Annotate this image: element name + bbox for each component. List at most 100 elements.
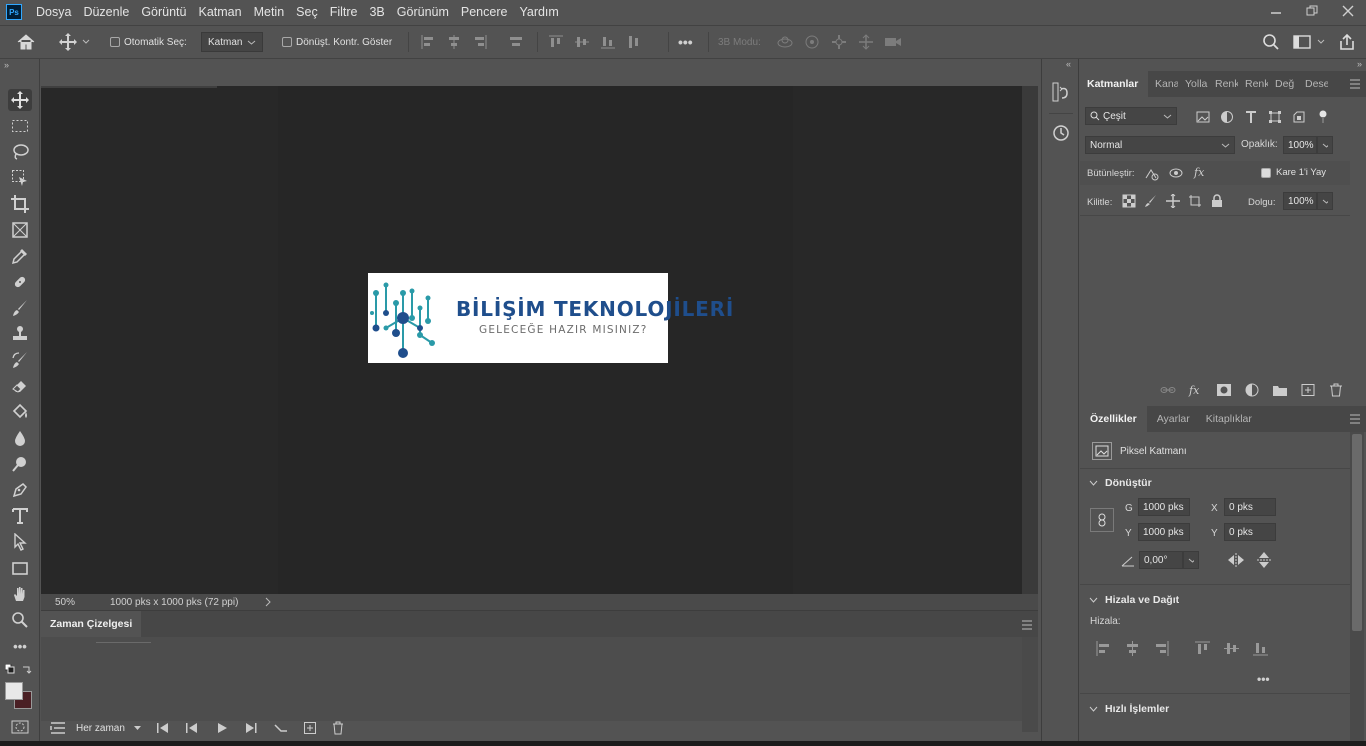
filter-shape-icon[interactable]: [1268, 110, 1282, 124]
align-center-icon[interactable]: [446, 34, 462, 50]
swap-colors-icon[interactable]: [22, 664, 32, 674]
filter-adjustment-icon[interactable]: [1220, 110, 1234, 124]
checkbox-box[interactable]: [282, 37, 292, 47]
restore-button[interactable]: [1294, 0, 1330, 22]
unify-style-icon[interactable]: fx: [1193, 165, 1211, 181]
minimize-button[interactable]: [1258, 0, 1294, 22]
menu-3d[interactable]: 3B: [369, 5, 384, 19]
align-top-icon[interactable]: [548, 34, 564, 50]
search-button[interactable]: [1262, 26, 1280, 58]
home-button[interactable]: [16, 26, 36, 58]
frame-tool[interactable]: [8, 219, 32, 241]
transform-section-toggle[interactable]: Dönüştür: [1089, 477, 1152, 489]
fill-slider-button[interactable]: [1317, 192, 1333, 210]
first-frame-icon[interactable]: [156, 722, 170, 734]
properties-scrollbar[interactable]: [1350, 432, 1364, 746]
menu-layer[interactable]: Katman: [198, 5, 241, 19]
propagate-frame-checkbox[interactable]: Kare 1'i Yay: [1261, 167, 1326, 178]
tab-adjustments[interactable]: Ayarlar: [1147, 406, 1200, 432]
tab-swatches[interactable]: Renk: [1238, 71, 1268, 97]
move-tool-preset[interactable]: [58, 26, 91, 58]
checkbox-box[interactable]: [1261, 167, 1271, 178]
new-group-icon[interactable]: [1272, 383, 1288, 397]
previous-frame-icon[interactable]: [185, 722, 199, 734]
chevron-right-icon[interactable]: [264, 597, 272, 607]
timeline-mode-icon[interactable]: [50, 721, 66, 735]
eyedropper-tool[interactable]: [8, 245, 32, 267]
quick-actions-section-toggle[interactable]: Hızlı İşlemler: [1089, 703, 1169, 715]
move-tool[interactable]: [8, 89, 32, 111]
3d-roll-icon[interactable]: [803, 34, 821, 50]
history-brush-tool[interactable]: [8, 349, 32, 371]
tab-channels[interactable]: Kana: [1148, 71, 1178, 97]
brush-tool[interactable]: [8, 297, 32, 319]
blend-mode-dropdown[interactable]: Normal: [1085, 136, 1235, 154]
menu-help[interactable]: Yardım: [519, 5, 558, 19]
quick-mask-button[interactable]: [11, 720, 29, 734]
show-transform-checkbox[interactable]: Dönüşt. Kontr. Göster: [282, 26, 392, 58]
3d-slide-icon[interactable]: [857, 34, 875, 50]
scrollbar-thumb[interactable]: [1352, 434, 1362, 631]
photoshop-logo-icon[interactable]: Ps: [6, 4, 22, 20]
collapse-toolbar-icon[interactable]: »: [4, 60, 9, 70]
opacity-slider-button[interactable]: [1317, 136, 1333, 154]
align-vertical-centers-icon[interactable]: [1224, 641, 1239, 656]
lock-position-icon[interactable]: [1166, 194, 1180, 208]
vertical-scrollbar[interactable]: [1022, 86, 1038, 594]
adjustment-layer-icon[interactable]: [1244, 383, 1260, 397]
object-selection-tool[interactable]: [8, 167, 32, 189]
layer-filter-dropdown[interactable]: Çeşit: [1085, 107, 1177, 125]
3d-orbit-icon[interactable]: [776, 34, 794, 50]
align-horizontal-centers-icon[interactable]: [1125, 641, 1140, 656]
menu-select[interactable]: Seç: [296, 5, 318, 19]
zoom-tool[interactable]: [8, 609, 32, 631]
3d-pan-icon[interactable]: [830, 34, 848, 50]
tab-libraries[interactable]: Kitaplıklar: [1200, 406, 1258, 432]
zoom-level[interactable]: 50%: [55, 597, 91, 608]
align-bottom-edges-icon[interactable]: [1253, 641, 1268, 656]
workspace-button[interactable]: [1293, 26, 1326, 58]
width-input[interactable]: 1000 pks: [1138, 498, 1190, 516]
angle-input[interactable]: 0,00°: [1139, 551, 1183, 569]
align-section-toggle[interactable]: Hizala ve Dağıt: [1089, 594, 1179, 606]
menu-filter[interactable]: Filtre: [330, 5, 358, 19]
timeline-scrollbar[interactable]: [1022, 637, 1038, 732]
filter-smart-object-icon[interactable]: [1292, 110, 1306, 124]
align-middle-icon[interactable]: [574, 34, 590, 50]
more-align-options-button[interactable]: •••: [1257, 672, 1270, 686]
share-button[interactable]: [1338, 26, 1356, 58]
healing-brush-tool[interactable]: [8, 271, 32, 293]
add-mask-icon[interactable]: [1216, 383, 1232, 397]
checkbox-box[interactable]: [110, 37, 120, 47]
chevron-down-icon[interactable]: [133, 724, 142, 732]
tab-paths[interactable]: Yolla: [1178, 71, 1208, 97]
distribute-horizontal-icon[interactable]: [626, 34, 642, 50]
filter-type-icon[interactable]: [1244, 110, 1258, 124]
angle-dropdown-button[interactable]: [1183, 551, 1199, 569]
link-dimensions-button[interactable]: [1090, 508, 1114, 532]
expand-panels-icon[interactable]: «: [1066, 59, 1071, 69]
filter-toggle-icon[interactable]: [1316, 110, 1330, 124]
new-layer-icon[interactable]: [1300, 383, 1316, 397]
unify-position-icon[interactable]: [1143, 165, 1159, 181]
lock-artboard-icon[interactable]: [1188, 194, 1202, 208]
lock-all-icon[interactable]: [1210, 194, 1224, 208]
default-colors-icon[interactable]: [5, 664, 15, 674]
close-button[interactable]: [1330, 0, 1366, 22]
unify-visibility-icon[interactable]: [1168, 165, 1184, 181]
flip-horizontal-icon[interactable]: [1227, 553, 1245, 567]
history-panel-button[interactable]: [1051, 81, 1071, 103]
align-left-icon[interactable]: [420, 34, 436, 50]
marquee-tool[interactable]: [8, 115, 32, 137]
tab-layers[interactable]: Katmanlar: [1080, 71, 1148, 97]
play-icon[interactable]: [215, 722, 229, 734]
align-left-edges-icon[interactable]: [1096, 641, 1111, 656]
eraser-tool[interactable]: [8, 375, 32, 397]
menu-view[interactable]: Görünüm: [397, 5, 449, 19]
paint-bucket-tool[interactable]: [8, 401, 32, 423]
hand-tool[interactable]: [8, 583, 32, 605]
auto-select-checkbox[interactable]: Otomatik Seç:: [110, 26, 187, 58]
3d-camera-icon[interactable]: [884, 34, 902, 50]
height-input[interactable]: 1000 pks: [1138, 523, 1190, 541]
link-layers-icon[interactable]: [1160, 383, 1176, 397]
